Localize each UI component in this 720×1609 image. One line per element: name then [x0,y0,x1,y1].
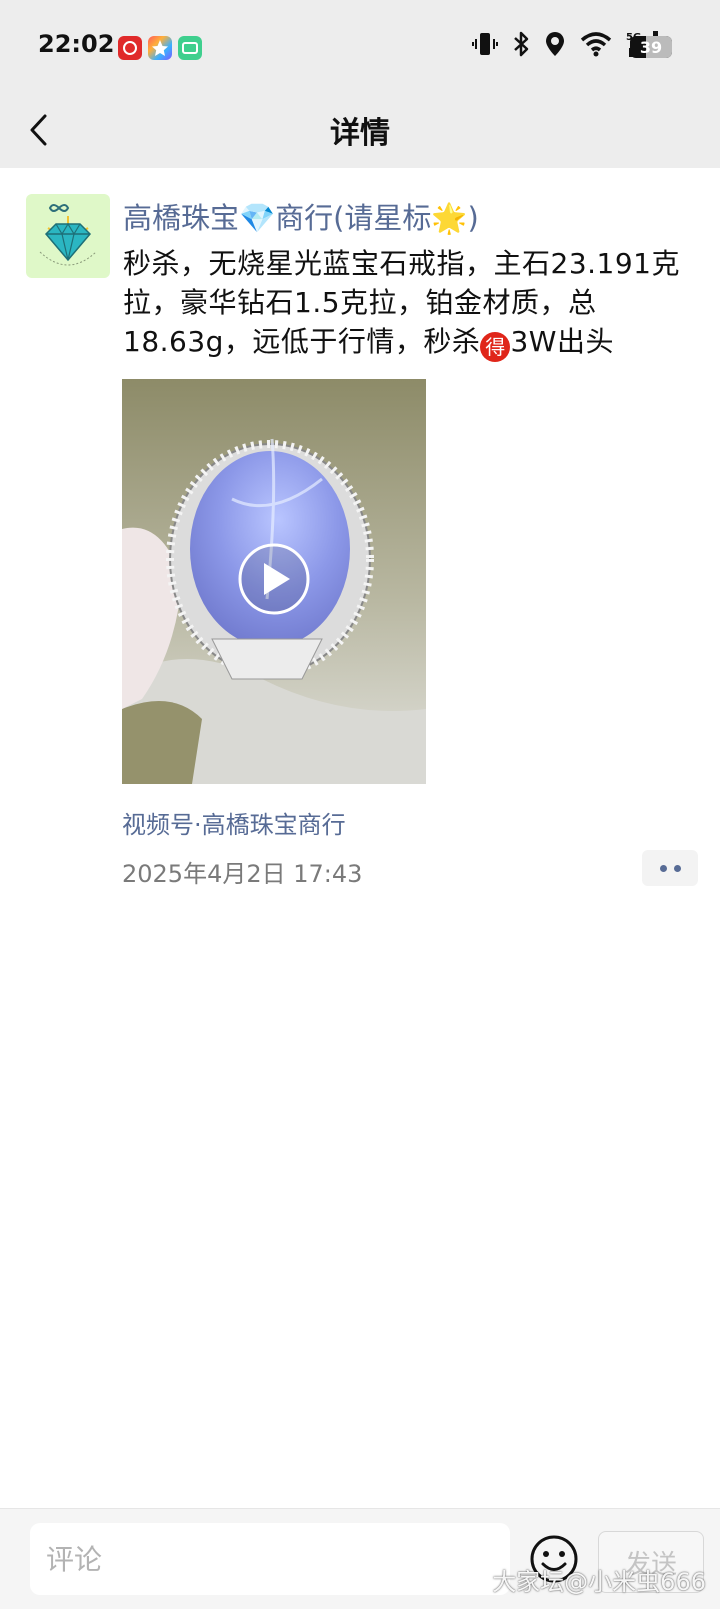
battery-indicator: 39 [630,36,672,58]
channel-source-link[interactable]: 视频号·高橋珠宝商行 [122,805,346,840]
status-time: 22:02 [38,30,115,58]
green-app-icon [178,36,202,60]
post-text-part2: 3W出头 [510,325,614,358]
post-text: 秒杀，无烧星光蓝宝石戒指，主石23.191克拉，豪华钻石1.5克拉，铂金材质，总… [123,244,683,362]
star-app-icon [148,36,172,60]
page-title: 详情 [330,116,390,151]
location-icon [546,32,564,56]
bluetooth-icon [514,31,529,57]
smiley-icon [530,1535,578,1583]
de-emoji-icon: 得 [480,332,511,362]
comment-input[interactable] [30,1523,510,1595]
wifi-icon [580,32,612,57]
dot-icon [673,864,681,872]
video-thumbnail[interactable] [122,379,426,784]
post-timestamp: 2025年4月2日 17:43 [122,860,363,888]
avatar[interactable] [26,194,110,278]
title-bar: 详情 [0,90,720,168]
status-bar: 22:02 5G [0,0,720,90]
dot-icon [659,864,667,872]
more-options-button[interactable] [642,850,698,886]
emoji-button[interactable] [528,1533,580,1585]
comment-bar: 发送 [0,1508,720,1609]
battery-level: 39 [639,37,663,57]
send-button[interactable]: 发送 [598,1531,704,1593]
red-app-icon [118,36,142,60]
diamond-logo-icon [39,204,97,266]
author-name-link[interactable]: 高橋珠宝💎商行(请星标🌟) [123,195,479,237]
vibrate-icon [472,33,498,55]
